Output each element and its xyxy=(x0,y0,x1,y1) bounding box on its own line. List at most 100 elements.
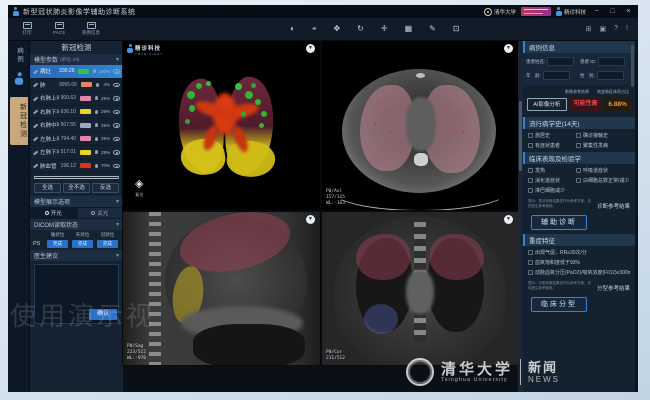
viewport-axial[interactable]: ▼ P0/Axl157/315WL:-363 xyxy=(322,41,518,210)
assist-diagnosis-button[interactable]: 辅助诊断 xyxy=(531,215,587,230)
viewport-menu-button[interactable]: ▼ xyxy=(306,215,315,224)
structure-row[interactable]: 肺 3055.06 4% xyxy=(30,79,123,93)
about-icon[interactable]: ! xyxy=(626,25,628,33)
structure-row[interactable]: 左肺上叶 794.40 29% xyxy=(30,133,123,147)
viewport-menu-button[interactable]: ▼ xyxy=(306,44,315,53)
checkbox-icon[interactable] xyxy=(528,168,533,173)
structure-row[interactable]: 右肺下叶 636.10 29% xyxy=(30,106,123,120)
checkbox-icon[interactable] xyxy=(528,250,533,255)
dicom-status-header[interactable]: DICOM读取状态 ▾ xyxy=(30,219,123,230)
checkbox-icon[interactable] xyxy=(576,133,581,138)
doctor-advice-header[interactable]: 医生建议 ▾ xyxy=(30,250,123,261)
checkbox-icon[interactable] xyxy=(528,178,533,183)
light-mode-tab[interactable]: 开光 xyxy=(30,207,77,219)
structure-row[interactable]: 左肺下叶 517.01 29% xyxy=(30,146,123,160)
checkbox-icon[interactable] xyxy=(528,270,533,275)
color-swatch[interactable] xyxy=(80,150,91,155)
color-swatch[interactable] xyxy=(80,136,91,141)
patient-input[interactable] xyxy=(547,57,574,66)
orientation-cube[interactable]: ◈ 复位 xyxy=(135,174,143,198)
visibility-eye-icon[interactable] xyxy=(113,83,120,88)
checkbox-icon[interactable] xyxy=(528,143,533,148)
viewport-menu-button[interactable]: ▼ xyxy=(504,44,513,53)
visibility-eye-icon[interactable] xyxy=(113,96,120,101)
checkbox-icon[interactable] xyxy=(576,143,581,148)
checkbox-item[interactable]: 血氧饱和度低于93% xyxy=(528,259,630,266)
light-mode-tab[interactable]: 关光 xyxy=(77,207,124,219)
close-button[interactable]: × xyxy=(623,8,634,15)
viewport-sagittal[interactable]: ▼ P0/Sag223/512WL:-970 xyxy=(123,212,320,365)
case-info-tool[interactable]: 病例信息 xyxy=(78,22,104,36)
crosshair-icon[interactable]: ✛ xyxy=(381,24,388,34)
model-params-header[interactable]: 模型参数 (单位: ml) ▾ xyxy=(30,54,123,65)
zoom-icon[interactable]: ⌖ xyxy=(312,24,317,34)
dicom-done-button[interactable]: 完成 xyxy=(97,240,118,248)
clinical-classification-button[interactable]: 临床分型 xyxy=(531,297,587,312)
structure-row[interactable]: 右肺上叶 900.63 29% xyxy=(30,92,123,106)
checkbox-item[interactable]: 消化道症状 xyxy=(528,177,574,184)
patient-icon[interactable] xyxy=(14,72,22,85)
print-tool[interactable]: 打印 xyxy=(14,22,40,36)
rotate-icon[interactable]: ↻ xyxy=(357,24,364,34)
visibility-eye-icon[interactable] xyxy=(113,110,120,115)
rail-tab-covid-detection[interactable]: 新冠检测 xyxy=(10,97,28,145)
rail-cases-item[interactable]: 病例 xyxy=(14,47,24,64)
viewport-menu-button[interactable]: ▼ xyxy=(504,215,513,224)
structure-row[interactable]: 病灶 230.26 100% xyxy=(30,65,123,79)
color-swatch[interactable] xyxy=(81,82,92,87)
color-swatch[interactable] xyxy=(80,123,91,128)
pacs-tool[interactable]: PACS xyxy=(46,22,72,36)
confirm-button[interactable]: 确认 xyxy=(89,309,117,320)
ai-analyze-button[interactable]: AI影像分析 xyxy=(527,98,567,111)
structure-row[interactable]: 右肺中叶 507.55 29% xyxy=(30,119,123,133)
contrast-icon[interactable]: ◐ xyxy=(290,24,295,34)
checkbox-item[interactable]: 出现气促，RR≥30次/分 xyxy=(528,249,630,256)
display-options-header[interactable]: 模型展示选项 ▾ xyxy=(30,196,123,207)
scrollbar-thumb[interactable] xyxy=(519,101,522,171)
color-swatch[interactable] xyxy=(80,96,91,101)
help-icon[interactable]: ? xyxy=(614,25,618,33)
color-swatch[interactable] xyxy=(80,163,91,168)
annotate-icon[interactable]: ✎ xyxy=(429,24,436,34)
checkbox-icon[interactable] xyxy=(576,168,581,173)
export-icon[interactable]: ⊡ xyxy=(453,24,460,34)
visibility-eye-icon[interactable] xyxy=(113,150,120,155)
panel-scrollbar[interactable] xyxy=(631,45,634,87)
maximize-button[interactable]: □ xyxy=(607,8,618,15)
structure-row[interactable]: 肺血管 196.12 70% xyxy=(30,160,123,174)
pan-icon[interactable]: ✥ xyxy=(333,24,340,34)
grid-view-icon[interactable]: ⊞ xyxy=(586,25,592,33)
color-swatch[interactable] xyxy=(78,69,89,74)
layout-icon[interactable]: ▦ xyxy=(405,24,413,34)
checkbox-item[interactable]: 白细胞总数正常/减少 xyxy=(576,177,630,184)
patient-input[interactable] xyxy=(543,71,570,80)
checkbox-item[interactable]: 动脉血氧分压(PaO2)/吸氧浓度(FiO2)≤300mmHg xyxy=(528,269,630,276)
selection-button[interactable]: 全选 xyxy=(34,183,61,193)
selection-button[interactable]: 全不选 xyxy=(63,183,90,193)
visibility-eye-icon[interactable] xyxy=(113,137,120,142)
checkbox-item[interactable]: 旅居史 xyxy=(528,132,574,139)
visibility-eye-icon[interactable] xyxy=(113,123,120,128)
selection-button[interactable]: 反选 xyxy=(92,183,119,193)
checkbox-icon[interactable] xyxy=(528,188,533,193)
checkbox-item[interactable]: 淋巴细胞减少 xyxy=(528,187,574,194)
visibility-eye-icon[interactable] xyxy=(113,164,120,169)
checkbox-icon[interactable] xyxy=(528,133,533,138)
checkbox-item[interactable]: 呼吸道症状 xyxy=(576,167,630,174)
checkbox-icon[interactable] xyxy=(576,178,581,183)
checkbox-item[interactable]: 聚集性发病 xyxy=(576,142,630,149)
dicom-done-button[interactable]: 完成 xyxy=(72,240,93,248)
viewport-3d[interactable]: 精诊科技TRUE SIGHT ▼ xyxy=(123,41,320,210)
checkbox-item[interactable]: 发热 xyxy=(528,167,574,174)
patient-input[interactable] xyxy=(597,71,624,80)
viewport-coronal[interactable]: ▼ P0/Cor211/512 xyxy=(322,212,518,365)
color-swatch[interactable] xyxy=(80,109,91,114)
checkbox-item[interactable]: 确诊接触史 xyxy=(576,132,630,139)
checkbox-item[interactable]: 有症状患者 xyxy=(528,142,574,149)
minimize-button[interactable]: − xyxy=(591,8,602,15)
visibility-eye-icon[interactable] xyxy=(113,69,120,74)
patient-input[interactable] xyxy=(598,57,625,66)
fullscreen-icon[interactable]: ▣ xyxy=(600,25,607,33)
dicom-done-button[interactable]: 完成 xyxy=(47,240,68,248)
checkbox-icon[interactable] xyxy=(528,260,533,265)
